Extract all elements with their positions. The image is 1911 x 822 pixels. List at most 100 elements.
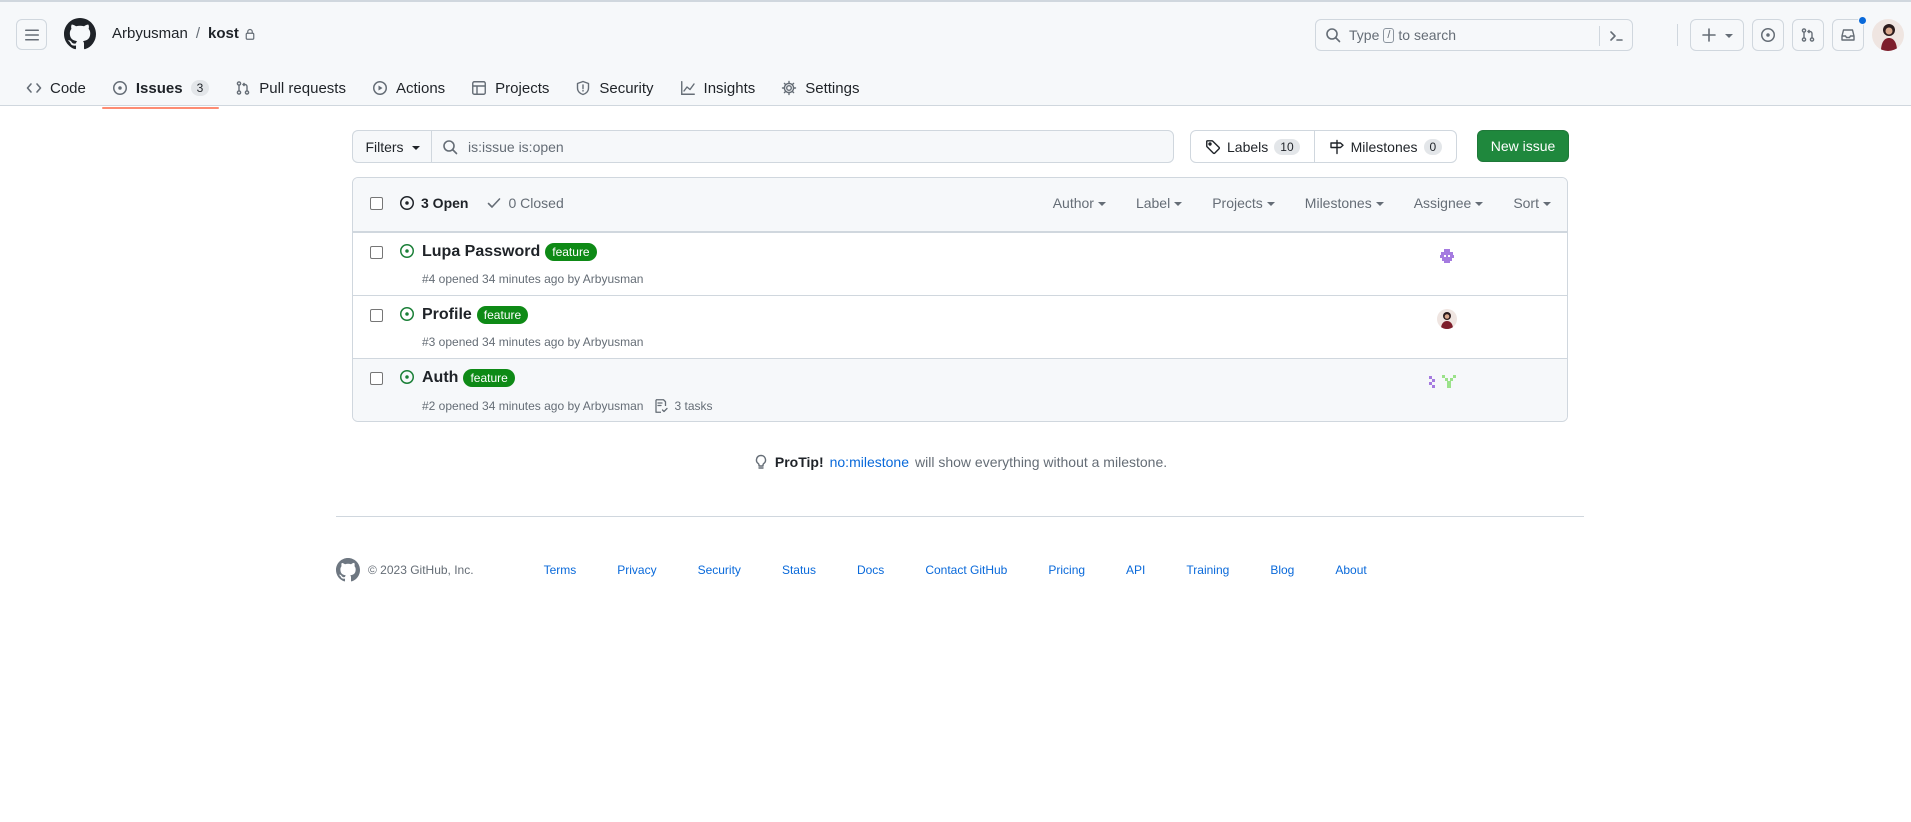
table-icon <box>471 80 487 96</box>
sort-dropdown[interactable]: Sort <box>1513 195 1551 211</box>
check-icon <box>486 195 502 211</box>
footer-link-security[interactable]: Security <box>698 563 741 577</box>
inbox-button[interactable] <box>1832 16 1867 51</box>
checklist-icon <box>653 398 669 414</box>
footer-link-about[interactable]: About <box>1335 563 1366 577</box>
chevron-down-icon <box>1174 202 1183 206</box>
breadcrumb-repo-link[interactable]: kost <box>208 25 239 42</box>
footer-link-terms[interactable]: Terms <box>544 563 577 577</box>
breadcrumb: Arbyusman / kost <box>112 25 256 42</box>
new-issue-button[interactable]: New issue <box>1477 130 1569 162</box>
milestones-button[interactable]: Milestones 0 <box>1314 130 1458 163</box>
footer-link-privacy[interactable]: Privacy <box>617 563 656 577</box>
notification-indicator <box>1858 16 1867 25</box>
issue-title-link[interactable]: Auth <box>422 369 458 387</box>
issues-toolbar: Filters is:issue is:open Labels 10 Miles… <box>352 130 1569 163</box>
author-dropdown[interactable]: Author <box>1053 195 1106 211</box>
issue-meta: #4 opened 34 minutes ago by Arbyusman <box>422 272 643 286</box>
issue-filter-input[interactable]: is:issue is:open <box>431 130 1174 163</box>
tab-settings[interactable]: Settings <box>771 68 869 108</box>
dropdown-label: Projects <box>1212 195 1263 211</box>
tab-insights[interactable]: Insights <box>670 68 766 108</box>
labels-button[interactable]: Labels 10 <box>1190 130 1315 163</box>
issue-label-badge[interactable]: feature <box>476 306 529 324</box>
github-logo-icon[interactable] <box>336 558 360 582</box>
footer-link-blog[interactable]: Blog <box>1270 563 1294 577</box>
dropdown-label: Author <box>1052 195 1094 211</box>
issue-checkbox[interactable] <box>370 372 383 385</box>
search-shortcut-key: / <box>1383 27 1395 43</box>
milestone-icon <box>1329 139 1345 155</box>
issues-main: Filters is:issue is:open Labels 10 Miles… <box>352 130 1569 470</box>
assignee-avatar[interactable] <box>1437 309 1457 329</box>
projects-dropdown[interactable]: Projects <box>1212 195 1275 211</box>
protip-link[interactable]: no:milestone <box>830 454 909 470</box>
assignee-dropdown[interactable]: Assignee <box>1414 195 1484 211</box>
tab-issues[interactable]: Issues 3 <box>101 68 220 109</box>
tab-pull-requests[interactable]: Pull requests <box>225 68 356 108</box>
assignee-avatar[interactable] <box>1437 246 1457 266</box>
command-palette-icon[interactable] <box>1608 28 1624 44</box>
filters-dropdown[interactable]: Filters <box>352 130 432 163</box>
issue-row: Profile feature #3 opened 34 minutes ago… <box>353 295 1567 358</box>
footer-link-docs[interactable]: Docs <box>857 563 884 577</box>
footer-link-pricing[interactable]: Pricing <box>1048 563 1085 577</box>
breadcrumb-owner-link[interactable]: Arbyusman <box>112 25 188 42</box>
tab-security[interactable]: Security <box>565 68 663 108</box>
dropdown-label: Milestones <box>1304 195 1372 211</box>
tab-label: Insights <box>703 79 756 97</box>
tab-label: Settings <box>805 79 860 97</box>
issue-checkbox[interactable] <box>370 246 383 259</box>
create-new-button[interactable] <box>1690 19 1744 51</box>
issue-title-group: Profile feature <box>422 306 529 324</box>
footer-links: Terms Privacy Security Status Docs Conta… <box>544 563 1367 577</box>
footer-link-contact[interactable]: Contact GitHub <box>925 563 1007 577</box>
issue-opened-icon <box>399 306 415 322</box>
issue-checkbox[interactable] <box>370 309 383 322</box>
footer-divider <box>336 516 1584 517</box>
search-icon <box>1325 27 1341 43</box>
issue-title-link[interactable]: Lupa Password <box>422 243 540 261</box>
footer-link-api[interactable]: API <box>1126 563 1145 577</box>
issue-title-link[interactable]: Profile <box>422 306 472 324</box>
closed-count-label: 0 Closed <box>508 195 564 211</box>
issue-title-group: Lupa Password feature <box>422 243 597 261</box>
chevron-down-icon <box>1543 202 1551 206</box>
tab-projects[interactable]: Projects <box>461 68 559 108</box>
issue-title-group: Auth feature <box>422 369 515 387</box>
your-pull-requests-button[interactable] <box>1792 19 1824 51</box>
milestones-label: Milestones <box>1350 138 1418 155</box>
label-dropdown[interactable]: Label <box>1136 195 1183 211</box>
light-bulb-icon <box>753 454 769 470</box>
tab-code[interactable]: Code <box>16 68 96 108</box>
issue-row: Lupa Password feature #4 opened 34 minut… <box>353 232 1567 295</box>
tasks-progress[interactable]: 3 tasks <box>653 398 713 414</box>
select-all-checkbox[interactable] <box>370 197 383 210</box>
open-issues-link[interactable]: 3 Open <box>399 195 468 211</box>
tab-label: Pull requests <box>259 79 346 97</box>
issue-label-badge[interactable]: feature <box>463 369 515 387</box>
footer-link-status[interactable]: Status <box>782 563 816 577</box>
chevron-down-icon <box>1475 202 1484 206</box>
search-placeholder-suffix: to search <box>1398 27 1457 43</box>
copyright-text: © 2023 GitHub, Inc. <box>368 563 474 577</box>
assignee-avatar[interactable] <box>1439 372 1459 392</box>
global-search-input[interactable]: Type / to search <box>1315 19 1633 51</box>
protip-label: ProTip! <box>774 454 824 470</box>
graph-icon <box>680 80 696 96</box>
protip: ProTip! no:milestone will show everythin… <box>352 454 1568 470</box>
open-global-nav-button[interactable] <box>16 19 47 50</box>
your-issues-button[interactable] <box>1752 19 1784 51</box>
issue-label-badge[interactable]: feature <box>545 243 597 261</box>
closed-issues-link[interactable]: 0 Closed <box>486 195 564 211</box>
tasks-count: 3 tasks <box>674 399 713 413</box>
git-pull-request-icon <box>1800 27 1816 43</box>
github-logo-icon[interactable] <box>64 18 96 50</box>
issue-opened-icon <box>399 243 415 259</box>
user-avatar[interactable] <box>1872 19 1904 51</box>
repository-nav: Code Issues 3 Pull requests Actions Proj… <box>16 68 875 109</box>
protip-text: will show everything without a milestone… <box>915 454 1168 470</box>
milestones-dropdown[interactable]: Milestones <box>1305 195 1384 211</box>
tab-actions[interactable]: Actions <box>362 68 455 108</box>
footer-link-training[interactable]: Training <box>1186 563 1229 577</box>
